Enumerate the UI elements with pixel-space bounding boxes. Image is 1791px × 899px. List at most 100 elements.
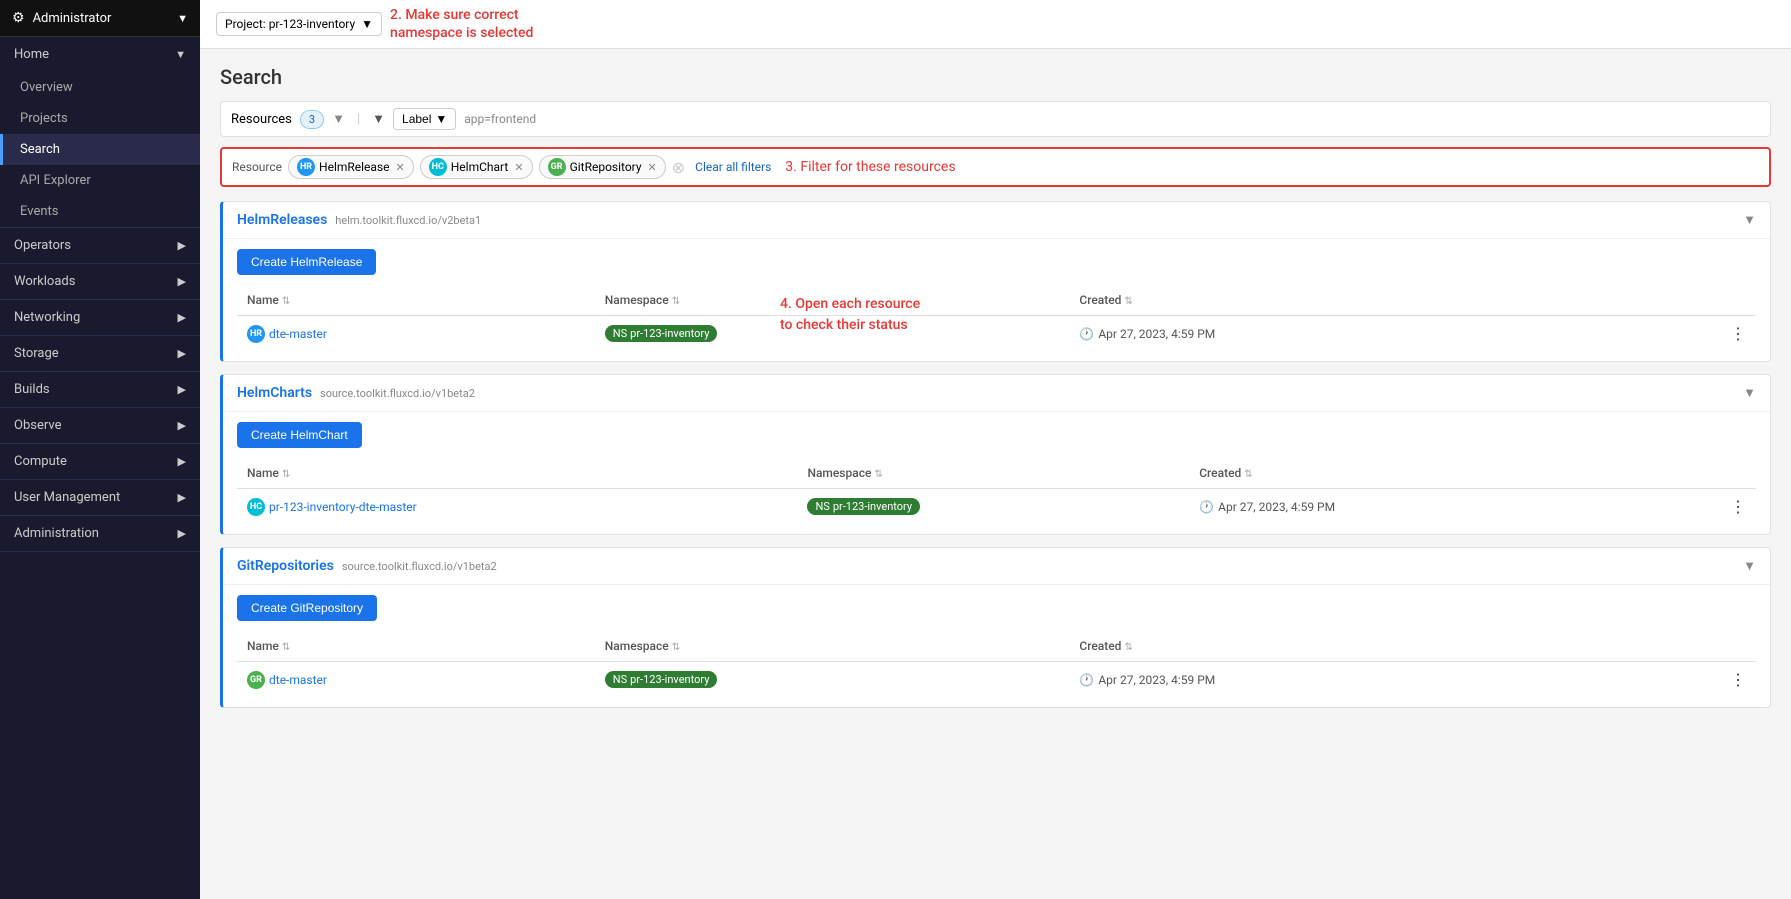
operators-chevron-icon: ▶ bbox=[178, 239, 186, 252]
ns-label: NS bbox=[613, 327, 627, 340]
sidebar-home-label: Home bbox=[14, 47, 49, 62]
sidebar-item-home[interactable]: Home ▼ bbox=[0, 37, 200, 72]
gitrepository-tag-label: GitRepository bbox=[570, 160, 642, 174]
helmreleases-chevron-icon[interactable]: ▼ bbox=[1743, 212, 1756, 228]
ns-label: NS bbox=[815, 500, 829, 513]
ns-badge: NS pr-123-inventory bbox=[605, 325, 718, 342]
gitrepository-ns-cell: NS pr-123-inventory bbox=[595, 662, 1070, 698]
hr-row-badge: HR bbox=[247, 325, 265, 343]
sidebar-item-administration[interactable]: Administration ▶ bbox=[0, 516, 200, 551]
label-value: app=frontend bbox=[464, 112, 536, 126]
helmchart-more-button[interactable]: ⋮ bbox=[1650, 489, 1756, 525]
helmcharts-api: source.toolkit.fluxcd.io/v1beta2 bbox=[320, 387, 475, 400]
project-label: Project: pr-123-inventory bbox=[225, 17, 355, 31]
sidebar-item-storage[interactable]: Storage ▶ bbox=[0, 336, 200, 371]
gitrepository-name-cell: GR dte-master bbox=[237, 662, 595, 698]
helmchart-ns-cell: NS pr-123-inventory bbox=[797, 489, 1189, 525]
sidebar-section-builds: Builds ▶ bbox=[0, 372, 200, 408]
create-helmchart-button[interactable]: Create HelmChart bbox=[237, 422, 362, 448]
gitrepositories-col-name: Name ⇅ bbox=[237, 631, 595, 662]
name-sort-icon[interactable]: ⇅ bbox=[282, 296, 290, 307]
sidebar-operators-label: Operators bbox=[14, 238, 71, 253]
sidebar-section-compute: Compute ▶ bbox=[0, 444, 200, 480]
sidebar-item-builds[interactable]: Builds ▶ bbox=[0, 372, 200, 407]
helmreleases-table: Name ⇅ Namespace ⇅ Created ⇅ HR dte-mast… bbox=[237, 285, 1756, 351]
sidebar-item-api-explorer[interactable]: API Explorer bbox=[0, 165, 200, 196]
gitrepository-tag-remove[interactable]: ✕ bbox=[648, 161, 657, 174]
observe-chevron-icon: ▶ bbox=[178, 419, 186, 432]
administration-chevron-icon: ▶ bbox=[178, 527, 186, 540]
create-gitrepository-button[interactable]: Create GitRepository bbox=[237, 595, 377, 621]
resource-filter-label: Resource bbox=[232, 160, 282, 174]
gitrepository-more-button[interactable]: ⋮ bbox=[1627, 662, 1756, 698]
sidebar-section-operators: Operators ▶ bbox=[0, 228, 200, 264]
sidebar-item-user-management[interactable]: User Management ▶ bbox=[0, 480, 200, 515]
resource-tags-row: Resource HR HelmRelease ✕ HC HelmChart ✕… bbox=[220, 147, 1771, 187]
gitrepositories-col-created: Created ⇅ bbox=[1069, 631, 1627, 662]
name-sort-icon[interactable]: ⇅ bbox=[282, 642, 290, 653]
created-sort-icon[interactable]: ⇅ bbox=[1124, 296, 1132, 307]
gr-badge: GR bbox=[548, 158, 566, 176]
clock-icon: 🕐 bbox=[1079, 327, 1094, 341]
label-filter-button[interactable]: Label ▼ bbox=[393, 108, 456, 130]
sidebar-workloads-label: Workloads bbox=[14, 274, 75, 289]
main-content: Project: pr-123-inventory ▼ 2. Make sure… bbox=[200, 0, 1791, 899]
sidebar-section-home: Home ▼ Overview Projects Search API Expl… bbox=[0, 37, 200, 228]
hr-badge: HR bbox=[297, 158, 315, 176]
user-management-chevron-icon: ▶ bbox=[178, 491, 186, 504]
helmrelease-more-button[interactable]: ⋮ bbox=[1627, 316, 1756, 352]
gitrepositories-chevron-icon[interactable]: ▼ bbox=[1743, 558, 1756, 574]
sidebar-user-management-label: User Management bbox=[14, 490, 120, 505]
annotation-3: 3. Filter for these resources bbox=[785, 159, 955, 175]
sidebar-observe-label: Observe bbox=[14, 418, 61, 433]
sidebar-item-workloads[interactable]: Workloads ▶ bbox=[0, 264, 200, 299]
gitrepositories-body: Create GitRepository Name ⇅ Namespace ⇅ … bbox=[223, 585, 1770, 707]
clear-all-btn[interactable]: ⊗ bbox=[672, 158, 685, 177]
sidebar: ⚙ Administrator ▼ Home ▼ Overview Projec… bbox=[0, 0, 200, 899]
sidebar-item-operators[interactable]: Operators ▶ bbox=[0, 228, 200, 263]
sidebar-section-administration: Administration ▶ bbox=[0, 516, 200, 552]
ns-sort-icon[interactable]: ⇅ bbox=[672, 296, 680, 307]
sidebar-section-storage: Storage ▶ bbox=[0, 336, 200, 372]
sidebar-item-overview[interactable]: Overview bbox=[0, 72, 200, 103]
sidebar-header[interactable]: ⚙ Administrator ▼ bbox=[0, 0, 200, 37]
gitrepository-name-link[interactable]: GR dte-master bbox=[247, 671, 585, 689]
created-time: 🕐 Apr 27, 2023, 4:59 PM bbox=[1079, 673, 1617, 687]
compute-chevron-icon: ▶ bbox=[178, 455, 186, 468]
helmchart-name-link[interactable]: HC pr-123-inventory-dte-master bbox=[247, 498, 787, 516]
create-helmrelease-button[interactable]: Create HelmRelease bbox=[237, 249, 376, 275]
project-selector[interactable]: Project: pr-123-inventory ▼ bbox=[216, 12, 382, 36]
helmcharts-chevron-icon[interactable]: ▼ bbox=[1743, 385, 1756, 401]
helmrelease-name-link[interactable]: HR dte-master bbox=[247, 325, 585, 343]
ns-badge: NS pr-123-inventory bbox=[807, 498, 920, 515]
helmreleases-header: HelmReleases helm.toolkit.fluxcd.io/v2be… bbox=[223, 202, 1770, 239]
sidebar-item-networking[interactable]: Networking ▶ bbox=[0, 300, 200, 335]
created-sort-icon[interactable]: ⇅ bbox=[1244, 469, 1252, 480]
topbar: Project: pr-123-inventory ▼ 2. Make sure… bbox=[200, 0, 1791, 49]
sidebar-administration-label: Administration bbox=[14, 526, 99, 541]
resources-dropdown-icon[interactable]: ▼ bbox=[332, 111, 345, 127]
sidebar-item-compute[interactable]: Compute ▶ bbox=[0, 444, 200, 479]
sidebar-item-observe[interactable]: Observe ▶ bbox=[0, 408, 200, 443]
networking-chevron-icon: ▶ bbox=[178, 311, 186, 324]
sidebar-item-projects[interactable]: Projects bbox=[0, 103, 200, 134]
created-time: 🕐 Apr 27, 2023, 4:59 PM bbox=[1199, 500, 1639, 514]
sidebar-item-search[interactable]: Search bbox=[0, 134, 200, 165]
name-sort-icon[interactable]: ⇅ bbox=[282, 469, 290, 480]
helmrelease-name-cell: HR dte-master bbox=[237, 316, 595, 352]
helmcharts-table: Name ⇅ Namespace ⇅ Created ⇅ HC pr-123-i… bbox=[237, 458, 1756, 524]
helmrelease-tag-label: HelmRelease bbox=[319, 160, 390, 174]
project-chevron-icon: ▼ bbox=[361, 17, 373, 31]
helmcharts-col-name: Name ⇅ bbox=[237, 458, 797, 489]
clear-filters-link[interactable]: Clear all filters bbox=[695, 160, 771, 174]
ns-sort-icon[interactable]: ⇅ bbox=[672, 642, 680, 653]
ns-sort-icon[interactable]: ⇅ bbox=[874, 469, 882, 480]
helmrelease-created-cell: 🕐 Apr 27, 2023, 4:59 PM bbox=[1069, 316, 1627, 352]
gitrepositories-header: GitRepositories source.toolkit.fluxcd.io… bbox=[223, 548, 1770, 585]
sidebar-item-events[interactable]: Events bbox=[0, 196, 200, 227]
helmchart-tag-remove[interactable]: ✕ bbox=[514, 161, 523, 174]
helmchart-name-cell: HC pr-123-inventory-dte-master bbox=[237, 489, 797, 525]
helmrelease-tag-remove[interactable]: ✕ bbox=[396, 161, 405, 174]
created-sort-icon[interactable]: ⇅ bbox=[1124, 642, 1132, 653]
ns-badge: NS pr-123-inventory bbox=[605, 671, 718, 688]
